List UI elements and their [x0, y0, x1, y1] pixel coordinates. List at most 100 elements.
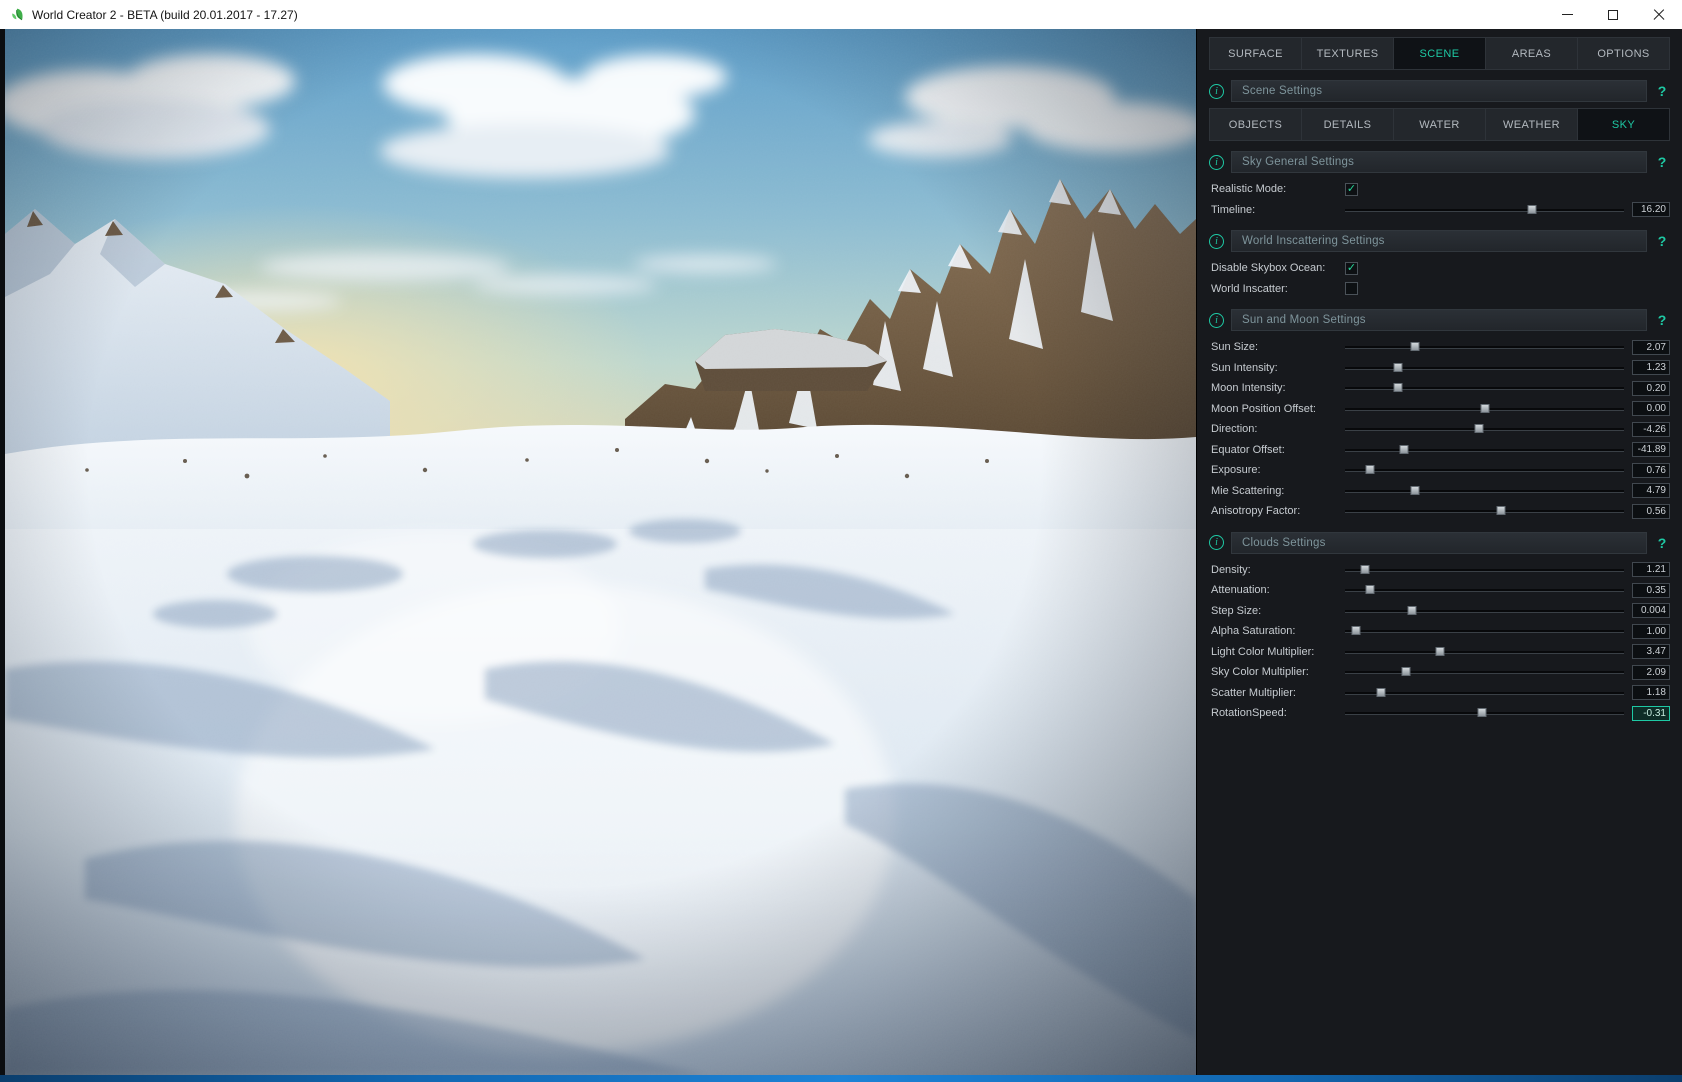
slider-track: [1345, 489, 1624, 492]
moon-intensity-slider[interactable]: [1345, 380, 1624, 396]
alpha-saturation-slider[interactable]: [1345, 623, 1624, 639]
slider-handle[interactable]: [1351, 626, 1361, 636]
disable-skybox-ocean-checkbox[interactable]: ✓: [1345, 261, 1358, 275]
slider-handle[interactable]: [1474, 424, 1484, 434]
scatter-multiplier-value[interactable]: 1.18: [1632, 685, 1670, 701]
slider-handle[interactable]: [1410, 342, 1420, 352]
close-icon: [1653, 9, 1665, 21]
exposure-value[interactable]: 0.76: [1632, 462, 1670, 478]
tab-details[interactable]: DETAILS: [1302, 109, 1394, 140]
slider-handle[interactable]: [1401, 667, 1411, 677]
param-row-realistic-mode: Realistic Mode: ✓: [1209, 179, 1670, 200]
sun-size-slider[interactable]: [1345, 339, 1624, 355]
slider-handle[interactable]: [1393, 383, 1403, 393]
slider-handle[interactable]: [1527, 204, 1537, 214]
tab-objects[interactable]: OBJECTS: [1210, 109, 1302, 140]
attenuation-value[interactable]: 0.35: [1632, 582, 1670, 598]
tab-water[interactable]: WATER: [1394, 109, 1486, 140]
maximize-icon: [1608, 9, 1618, 20]
minimize-button[interactable]: [1544, 0, 1590, 29]
mie-scattering-value[interactable]: 4.79: [1632, 483, 1670, 499]
sun-intensity-value[interactable]: 1.23: [1632, 360, 1670, 376]
moon-position-offset-value[interactable]: 0.00: [1632, 401, 1670, 417]
equator-offset-value[interactable]: -41.89: [1632, 442, 1670, 458]
slider-handle[interactable]: [1393, 362, 1403, 372]
param-row-world-inscatter: World Inscatter:: [1209, 279, 1670, 300]
slider-track: [1345, 469, 1624, 472]
3d-viewport[interactable]: [0, 29, 1196, 1075]
light-color-multiplier-slider[interactable]: [1345, 644, 1624, 660]
param-row-scatter-multiplier: Scatter Multiplier: 1.18: [1209, 683, 1670, 704]
slider-track: [1345, 428, 1624, 431]
tab-textures[interactable]: TEXTURES: [1302, 38, 1394, 69]
tab-areas[interactable]: AREAS: [1486, 38, 1578, 69]
titlebar: World Creator 2 - BETA (build 20.01.2017…: [0, 0, 1682, 29]
slider-handle[interactable]: [1376, 687, 1386, 697]
anisotropy-factor-slider[interactable]: [1345, 503, 1624, 519]
sun-intensity-slider[interactable]: [1345, 360, 1624, 376]
slider-handle[interactable]: [1435, 646, 1445, 656]
help-icon[interactable]: ?: [1654, 154, 1670, 170]
slider-handle[interactable]: [1410, 485, 1420, 495]
sun-size-value[interactable]: 2.07: [1632, 339, 1670, 355]
scatter-multiplier-slider[interactable]: [1345, 685, 1624, 701]
param-label: Equator Offset:: [1211, 443, 1285, 456]
tab-weather[interactable]: WEATHER: [1486, 109, 1578, 140]
tab-options[interactable]: OPTIONS: [1578, 38, 1669, 69]
help-icon[interactable]: ?: [1654, 535, 1670, 551]
slider-handle[interactable]: [1477, 708, 1487, 718]
density-slider[interactable]: [1345, 562, 1624, 578]
slider-handle[interactable]: [1360, 564, 1370, 574]
param-label: RotationSpeed:: [1211, 707, 1287, 720]
slider-handle[interactable]: [1496, 506, 1506, 516]
slider-track: [1345, 208, 1624, 211]
realistic-mode-checkbox[interactable]: ✓: [1345, 182, 1358, 196]
slider-handle[interactable]: [1480, 403, 1489, 413]
close-button[interactable]: [1636, 0, 1682, 29]
slider-track: [1345, 609, 1624, 612]
clouds-title: Clouds Settings: [1231, 531, 1647, 554]
attenuation-slider[interactable]: [1345, 582, 1624, 598]
alpha-saturation-value[interactable]: 1.00: [1632, 623, 1670, 639]
density-value[interactable]: 1.21: [1632, 562, 1670, 578]
rotation-speed-slider[interactable]: [1345, 705, 1624, 721]
exposure-slider[interactable]: [1345, 462, 1624, 478]
slider-handle[interactable]: [1365, 585, 1375, 595]
help-icon[interactable]: ?: [1654, 233, 1670, 249]
mie-scattering-slider[interactable]: [1345, 483, 1624, 499]
direction-value[interactable]: -4.26: [1632, 421, 1670, 437]
slider-handle[interactable]: [1407, 605, 1417, 615]
sky-color-multiplier-slider[interactable]: [1345, 664, 1624, 680]
world-inscattering-title: World Inscattering Settings: [1231, 230, 1647, 252]
moon-position-offset-slider[interactable]: [1345, 401, 1624, 417]
timeline-value[interactable]: 16.20: [1632, 202, 1670, 218]
param-label: Disable Skybox Ocean:: [1211, 262, 1326, 275]
help-icon[interactable]: ?: [1654, 312, 1670, 328]
param-label: Direction:: [1211, 423, 1258, 436]
timeline-slider[interactable]: [1345, 202, 1624, 218]
param-row-moon-position-offset: Moon Position Offset: 0.00: [1209, 399, 1670, 420]
anisotropy-factor-value[interactable]: 0.56: [1632, 503, 1670, 519]
param-row-exposure: Exposure: 0.76: [1209, 460, 1670, 481]
step-size-value[interactable]: 0.004: [1632, 603, 1670, 619]
slider-handle[interactable]: [1365, 465, 1375, 475]
help-icon[interactable]: ?: [1654, 83, 1670, 99]
world-inscatter-checkbox[interactable]: [1345, 282, 1358, 296]
rotation-speed-value[interactable]: -0.31: [1632, 705, 1670, 721]
equator-offset-slider[interactable]: [1345, 442, 1624, 458]
tab-surface[interactable]: SURFACE: [1210, 38, 1302, 69]
maximize-button[interactable]: [1590, 0, 1636, 29]
tab-scene[interactable]: SCENE: [1394, 38, 1486, 69]
param-label: Realistic Mode:: [1211, 183, 1287, 196]
slider-handle[interactable]: [1399, 444, 1409, 454]
param-row-rotation-speed: RotationSpeed: -0.31: [1209, 703, 1670, 724]
app-window: World Creator 2 - BETA (build 20.01.2017…: [0, 0, 1682, 1082]
param-label: Light Color Multiplier:: [1211, 645, 1315, 658]
tab-sky[interactable]: SKY: [1578, 109, 1669, 140]
step-size-slider[interactable]: [1345, 603, 1624, 619]
moon-intensity-value[interactable]: 0.20: [1632, 380, 1670, 396]
light-color-multiplier-value[interactable]: 3.47: [1632, 644, 1670, 660]
scene-settings-header: i Scene Settings ?: [1209, 79, 1670, 103]
sky-color-multiplier-value[interactable]: 2.09: [1632, 664, 1670, 680]
direction-slider[interactable]: [1345, 421, 1624, 437]
